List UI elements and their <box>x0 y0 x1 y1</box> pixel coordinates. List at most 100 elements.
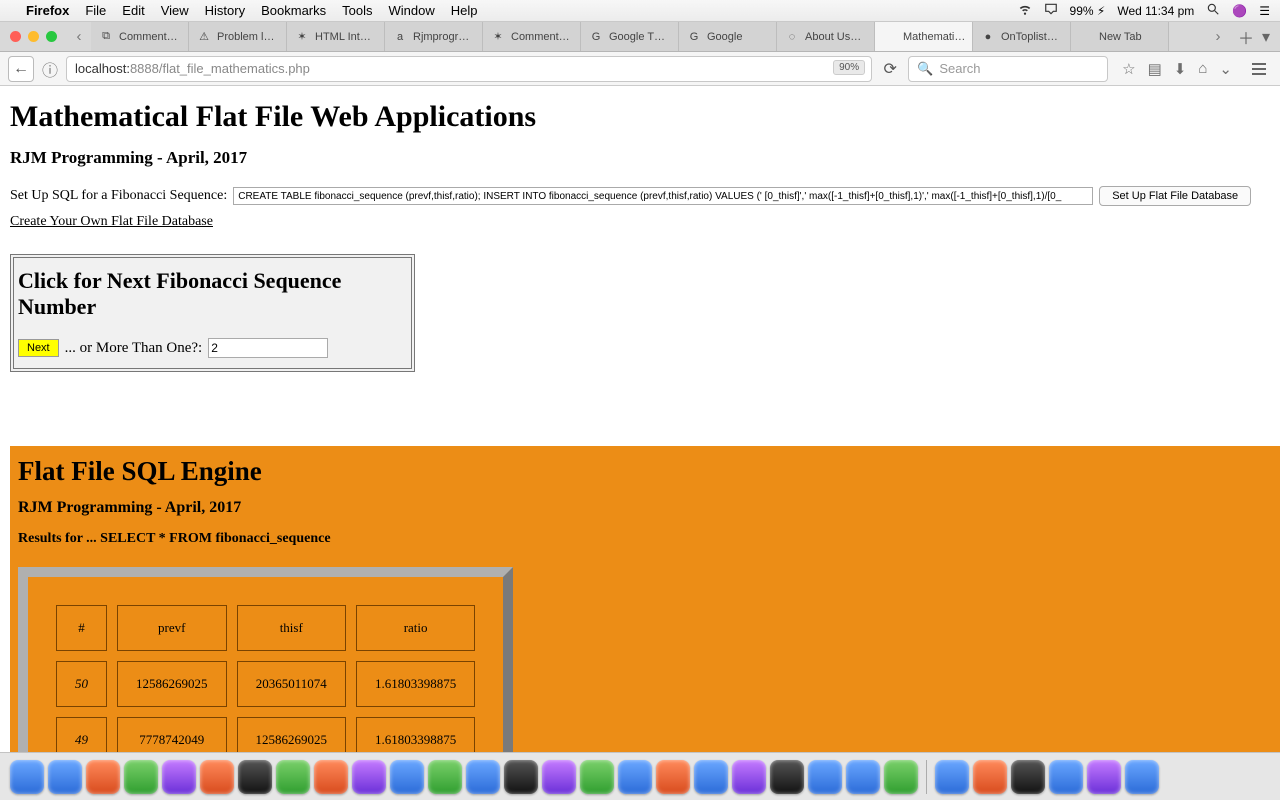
tab-favicon: ⚠ <box>197 30 211 44</box>
airplay-icon[interactable] <box>1044 2 1058 19</box>
home-icon[interactable]: ⌂ <box>1198 60 1207 78</box>
browser-tab[interactable]: ✶Comment… <box>483 22 581 51</box>
dock-app-icon[interactable] <box>935 760 969 794</box>
browser-tab[interactable]: G Google T… <box>581 22 679 51</box>
fibonacci-heading: Click for Next Fibonacci Sequence Number <box>18 268 407 320</box>
dock-app-icon[interactable] <box>732 760 766 794</box>
dock-app-icon[interactable] <box>808 760 842 794</box>
clipboard-icon[interactable]: ▤ <box>1148 60 1162 78</box>
menu-tools[interactable]: Tools <box>342 3 372 18</box>
spotlight-icon[interactable] <box>1206 2 1220 19</box>
search-field[interactable]: 🔍 Search <box>908 56 1108 82</box>
browser-tab[interactable]: ●OnToplist… <box>973 22 1071 51</box>
browser-tab[interactable]: ◌About Us… <box>777 22 875 51</box>
dock-app-icon[interactable] <box>238 760 272 794</box>
tab-label: Comment… <box>119 31 178 43</box>
notifications-icon[interactable]: ☰ <box>1259 4 1270 18</box>
menu-help[interactable]: Help <box>451 3 478 18</box>
dock-app-icon[interactable] <box>884 760 918 794</box>
url-path: 8888/flat_file_mathematics.php <box>130 61 310 76</box>
siri-icon[interactable]: 🟣 <box>1232 4 1247 18</box>
app-name[interactable]: Firefox <box>26 3 69 18</box>
browser-tab[interactable]: ⚠Problem l… <box>189 22 287 51</box>
dock-app-icon[interactable] <box>973 760 1007 794</box>
browser-toolbar: ← ⓘ localhost:8888/flat_file_mathematics… <box>0 52 1280 86</box>
browser-tab[interactable]: Mathemati…× <box>875 22 973 51</box>
downloads-icon[interactable]: ⬇ <box>1174 60 1187 78</box>
dock-app-icon[interactable] <box>200 760 234 794</box>
reload-button[interactable]: ⟳ <box>880 59 900 79</box>
menu-history[interactable]: History <box>205 3 245 18</box>
zoom-indicator[interactable]: 90% <box>833 60 865 75</box>
page-subtitle: RJM Programming - April, 2017 <box>10 148 1270 168</box>
dock-app-icon[interactable] <box>542 760 576 794</box>
dock-app-icon[interactable] <box>352 760 386 794</box>
back-button[interactable]: ← <box>8 56 34 82</box>
tab-scroll-left-icon[interactable]: ‹ <box>69 27 89 47</box>
minimize-window-button[interactable] <box>28 31 39 42</box>
more-than-one-label: ... or More Than One?: <box>65 340 203 357</box>
menu-edit[interactable]: Edit <box>122 3 144 18</box>
cell-thisf: 12586269025 <box>237 717 347 752</box>
dock-app-icon[interactable] <box>124 760 158 794</box>
site-info-icon[interactable]: ⓘ <box>42 57 58 81</box>
dock-app-icon[interactable] <box>466 760 500 794</box>
all-tabs-icon[interactable]: ▾ <box>1262 27 1270 47</box>
count-stepper[interactable] <box>208 338 328 358</box>
wifi-icon[interactable] <box>1018 2 1032 19</box>
results-heading: Results for ... SELECT * FROM fibonacci_… <box>18 531 1272 547</box>
bookmark-star-icon[interactable]: ☆ <box>1122 60 1135 78</box>
close-window-button[interactable] <box>10 31 21 42</box>
tab-scroll-right-icon[interactable]: › <box>1208 27 1228 47</box>
dock-app-icon[interactable] <box>618 760 652 794</box>
dock-app-icon[interactable] <box>48 760 82 794</box>
address-bar[interactable]: localhost:8888/flat_file_mathematics.php… <box>66 56 872 82</box>
tab-favicon <box>1079 30 1093 44</box>
dock-app-icon[interactable] <box>770 760 804 794</box>
dock-app-icon[interactable] <box>1125 760 1159 794</box>
zoom-window-button[interactable] <box>46 31 57 42</box>
tab-favicon: ⧉ <box>99 30 113 44</box>
battery-status: 99% ⚡︎ <box>1070 4 1106 18</box>
menu-bookmarks[interactable]: Bookmarks <box>261 3 326 18</box>
menu-view[interactable]: View <box>161 3 189 18</box>
browser-tab[interactable]: ⧉ Comment… <box>91 22 189 51</box>
tab-label: Google T… <box>609 31 665 43</box>
next-button[interactable]: Next <box>18 339 59 357</box>
tab-label: Rjmprogr… <box>413 31 469 43</box>
results-table-frame: #prevfthisfratio 50125862690252036501107… <box>18 567 513 752</box>
app-menu-button[interactable] <box>1246 56 1272 82</box>
sql-input[interactable] <box>233 187 1093 205</box>
cell-ratio: 1.61803398875 <box>356 661 475 707</box>
pocket-icon[interactable]: ⌄ <box>1219 60 1232 78</box>
dock-app-icon[interactable] <box>1011 760 1045 794</box>
dock-app-icon[interactable] <box>1087 760 1121 794</box>
menu-file[interactable]: File <box>85 3 106 18</box>
dock-app-icon[interactable] <box>846 760 880 794</box>
browser-tab[interactable]: New Tab <box>1071 22 1169 51</box>
dock-app-icon[interactable] <box>86 760 120 794</box>
browser-tab[interactable]: ✶HTML Int… <box>287 22 385 51</box>
setup-database-button[interactable]: Set Up Flat File Database <box>1099 186 1251 206</box>
dock-app-icon[interactable] <box>10 760 44 794</box>
dock-app-icon[interactable] <box>580 760 614 794</box>
dock-app-icon[interactable] <box>390 760 424 794</box>
menu-window[interactable]: Window <box>389 3 435 18</box>
tab-favicon: ✶ <box>295 30 309 44</box>
dock-app-icon[interactable] <box>694 760 728 794</box>
new-tab-button[interactable]: ＋ <box>1238 25 1254 49</box>
dock-app-icon[interactable] <box>314 760 348 794</box>
tab-favicon: G <box>589 30 603 44</box>
dock-app-icon[interactable] <box>1049 760 1083 794</box>
dock-app-icon[interactable] <box>428 760 462 794</box>
dock-app-icon[interactable] <box>162 760 196 794</box>
browser-tab[interactable]: aRjmprogr… <box>385 22 483 51</box>
dock-app-icon[interactable] <box>276 760 310 794</box>
browser-tab[interactable]: GGoogle <box>679 22 777 51</box>
url-host: localhost: <box>75 61 130 76</box>
window-controls <box>10 31 57 42</box>
create-database-link[interactable]: Create Your Own Flat File Database <box>10 214 213 229</box>
dock-app-icon[interactable] <box>504 760 538 794</box>
table-header: thisf <box>237 605 347 651</box>
dock-app-icon[interactable] <box>656 760 690 794</box>
